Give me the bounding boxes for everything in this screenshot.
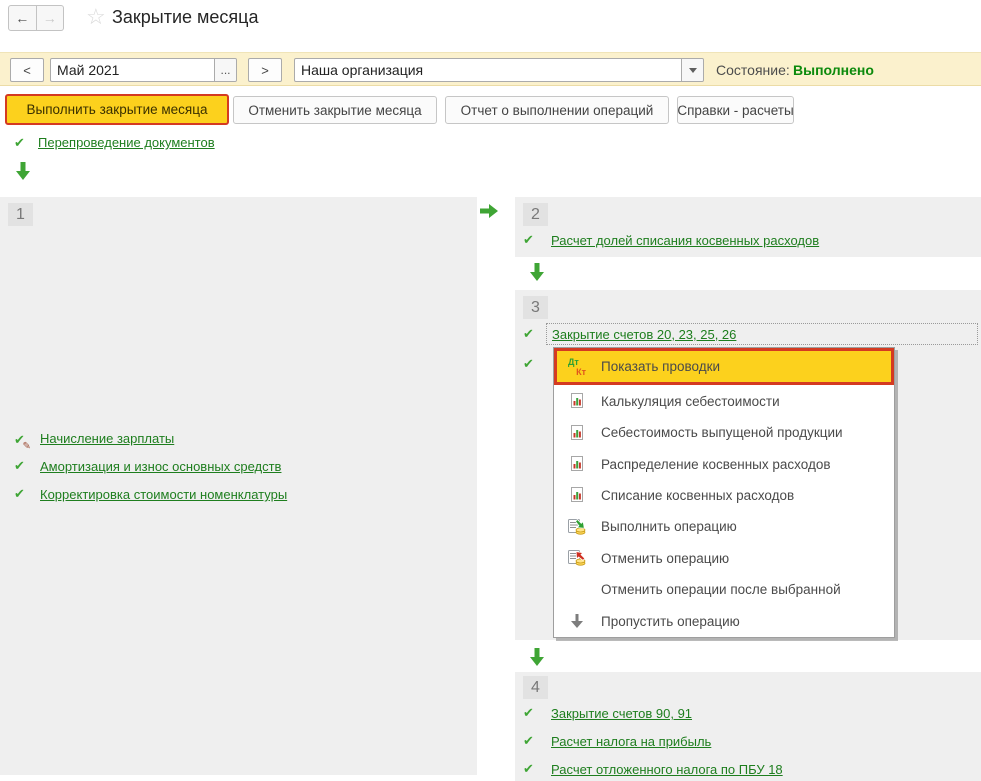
dt-kt-postings-icon: ДтКт (567, 358, 587, 376)
period-picker-button[interactable]: ... (214, 59, 236, 81)
calculations-reference-button[interactable]: Справки - расчеты (677, 96, 794, 124)
check-icon: ✔ (523, 357, 534, 371)
check-edited-icon: ✔✎ (14, 431, 25, 449)
check-icon: ✔ (14, 459, 25, 473)
period-toolbar: < Май 2021 ... > Наша организация Состоя… (0, 52, 981, 86)
check-icon: ✔ (523, 327, 534, 341)
report-icon (567, 486, 587, 504)
page-title: Закрытие месяца (112, 7, 258, 28)
section-4-number: 4 (523, 676, 548, 699)
forward-arrow-icon: → (43, 10, 57, 26)
menu-item-output-cost[interactable]: Себестоимость выпущеной продукции (554, 417, 894, 448)
report-icon (567, 424, 587, 442)
skip-operation-icon (567, 612, 587, 630)
operations-report-button[interactable]: Отчет о выполнении операций (445, 96, 669, 124)
forward-button[interactable]: → (37, 5, 65, 31)
period-field[interactable]: Май 2021 ... (50, 58, 237, 82)
organization-combo[interactable]: Наша организация (294, 58, 704, 82)
flow-down-arrow-icon (530, 263, 544, 281)
cancel-operation-icon (567, 549, 587, 567)
section-2-number: 2 (523, 203, 548, 226)
cancel-closing-button[interactable]: Отменить закрытие месяца (233, 96, 437, 124)
section-4-panel: 4 ✔ Закрытие счетов 90, 91 ✔ Расчет нало… (515, 672, 981, 781)
menu-item-perform-operation[interactable]: Выполнить операцию (554, 511, 894, 542)
history-nav-group: ← → (8, 5, 64, 31)
report-icon (567, 455, 587, 473)
month-closing-window: { "window": { "title": "Закрытие месяца"… (0, 0, 981, 781)
section-1-number: 1 (8, 203, 33, 226)
section-2-panel: 2 ✔ Расчет долей списания косвенных расх… (515, 197, 981, 257)
flow-down-arrow-icon (16, 162, 30, 180)
check-icon: ✔ (523, 734, 534, 748)
indirect-costs-share-link[interactable]: Расчет долей списания косвенных расходов (551, 233, 819, 248)
check-icon: ✔ (523, 233, 534, 247)
menu-item-show-postings[interactable]: ДтКт Показать проводки (554, 348, 894, 385)
organization-dropdown-button[interactable] (681, 59, 703, 81)
deferred-tax-link[interactable]: Расчет отложенного налога по ПБУ 18 (551, 762, 783, 777)
back-button[interactable]: ← (8, 5, 37, 31)
section-3-number: 3 (523, 296, 548, 319)
period-value: Май 2021 (51, 59, 214, 81)
perform-operation-icon (567, 518, 587, 536)
reposting-documents-link[interactable]: Перепроведение документов (38, 135, 215, 150)
check-icon: ✔ (14, 487, 25, 501)
status-label: Состояние: (716, 53, 790, 87)
accounts-closing-90-91-link[interactable]: Закрытие счетов 90, 91 (551, 706, 692, 721)
report-icon (567, 392, 587, 410)
menu-item-cost-calculation[interactable]: Калькуляция себестоимости (554, 385, 894, 416)
back-arrow-icon: ← (15, 10, 29, 26)
next-period-button[interactable]: > (248, 58, 282, 82)
check-icon: ✔ (523, 706, 534, 720)
accounts-closing-20-link[interactable]: Закрытие счетов 20, 23, 25, 26 (552, 327, 736, 342)
menu-item-cancel-operation[interactable]: Отменить операцию (554, 543, 894, 574)
context-menu: ДтКт Показать проводки Калькуляция себес… (553, 347, 895, 638)
menu-item-indirect-distribution[interactable]: Распределение косвенных расходов (554, 448, 894, 479)
previous-period-button[interactable]: < (10, 58, 44, 82)
status-badge: Выполнено (793, 53, 874, 87)
perform-closing-button[interactable]: Выполнить закрытие месяца (5, 94, 229, 125)
check-icon: ✔ (523, 762, 534, 776)
focused-operation-row[interactable]: Закрытие счетов 20, 23, 25, 26 (546, 323, 978, 345)
section-1-panel: 1 ✔✎ Начисление зарплаты ✔ Амортизация и… (0, 197, 477, 775)
favorite-star-icon[interactable]: ☆ (86, 4, 106, 30)
depreciation-link[interactable]: Амортизация и износ основных средств (40, 459, 281, 474)
menu-item-skip-operation[interactable]: Пропустить операцию (554, 606, 894, 637)
flow-down-arrow-icon (530, 648, 544, 666)
chevron-down-icon (689, 68, 697, 73)
pencil-icon: ✎ (23, 441, 31, 452)
salary-accrual-link[interactable]: Начисление зарплаты (40, 431, 174, 446)
flow-right-arrow-icon (480, 204, 498, 218)
organization-value: Наша организация (295, 59, 681, 81)
item-cost-adjustment-link[interactable]: Корректировка стоимости номенклатуры (40, 487, 287, 502)
menu-item-indirect-writeoff[interactable]: Списание косвенных расходов (554, 480, 894, 511)
check-icon: ✔ (14, 136, 25, 150)
menu-item-cancel-following[interactable]: Отменить операции после выбранной (554, 574, 894, 605)
income-tax-link[interactable]: Расчет налога на прибыль (551, 734, 711, 749)
no-icon (567, 581, 587, 599)
actions-row: Выполнить закрытие месяца Отменить закры… (0, 94, 981, 126)
